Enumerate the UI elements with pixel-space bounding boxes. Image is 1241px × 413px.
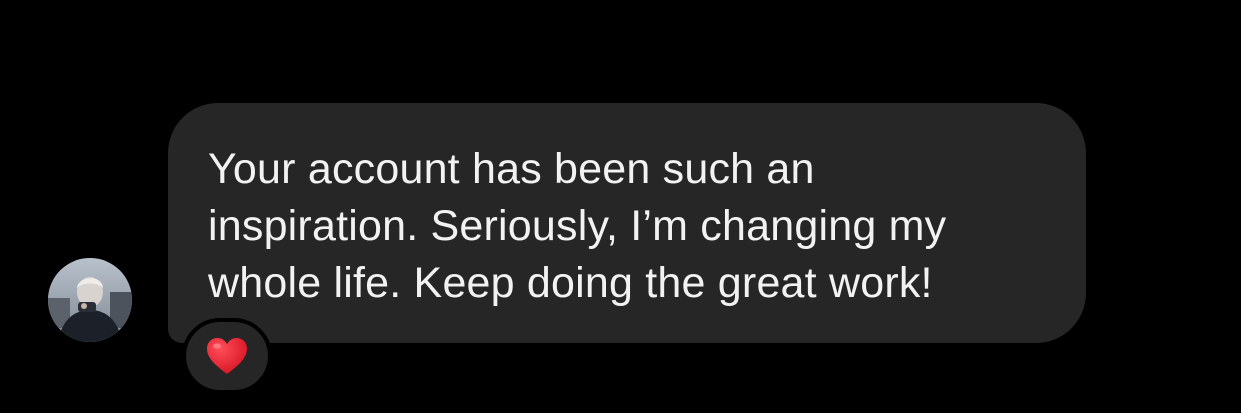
reaction-badge[interactable]	[182, 318, 272, 394]
message-bubble[interactable]: Your account has been such an inspiratio…	[168, 103, 1086, 343]
avatar-photo	[48, 258, 132, 342]
sender-avatar[interactable]	[48, 258, 132, 342]
red-heart-icon	[207, 338, 247, 374]
message-thread: Your account has been such an inspiratio…	[0, 0, 1241, 413]
message-text: Your account has been such an inspiratio…	[208, 145, 947, 307]
